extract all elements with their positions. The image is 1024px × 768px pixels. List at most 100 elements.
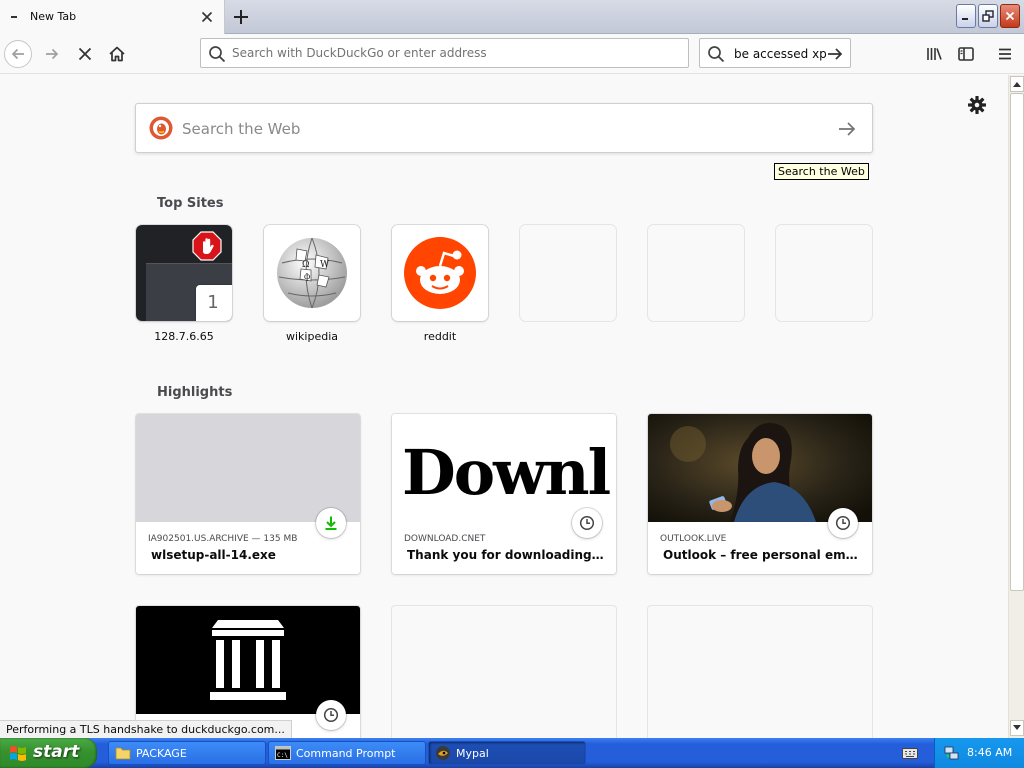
address-input[interactable] — [232, 44, 672, 62]
search-go-arrow-icon[interactable] — [826, 45, 844, 63]
top-sites-heading: Top Sites — [157, 196, 224, 211]
top-site-tile[interactable]: 1 — [136, 225, 232, 321]
search-bar-text: be accessed xp — [734, 47, 827, 61]
highlights-heading: Highlights — [157, 385, 233, 400]
highlight-card-download-cnet[interactable]: Downl DOWNLOAD.CNET Thank you for downlo… — [392, 414, 616, 574]
menu-button[interactable] — [991, 40, 1019, 68]
empty-tile — [648, 225, 744, 321]
duckduckgo-logo-icon — [149, 116, 173, 140]
minimize-icon — [962, 18, 968, 20]
highlight-title: Outlook – free personal email an... — [663, 548, 863, 562]
highlight-image-text: Downl — [402, 436, 611, 509]
new-tab-page: Search the Web Top Sites 1 128.7.6.65 — [0, 75, 1008, 738]
library-icon — [927, 48, 942, 60]
close-window-icon — [1005, 11, 1015, 21]
empty-tile — [776, 225, 872, 321]
start-label: start — [33, 742, 80, 762]
keyboard-icon[interactable] — [902, 746, 918, 760]
history-badge — [828, 508, 858, 538]
new-tab-plus-icon[interactable] — [230, 6, 252, 28]
web-search-box[interactable] — [135, 103, 873, 153]
scroll-down-button[interactable] — [1010, 720, 1024, 736]
svg-text:ф: ф — [304, 272, 310, 281]
system-tray: 8:46 AM — [934, 738, 1024, 768]
top-site-tile[interactable]: Ω W ф — [264, 225, 360, 321]
highlight-card-outlook[interactable]: OUTLOOK.LIVE Outlook – free personal ema… — [648, 414, 872, 574]
wikipedia-globe-icon: Ω W ф — [277, 237, 347, 309]
windows-taskbar: start PACKAGE C:\ Command Prompt Mypal 8… — [0, 738, 1024, 768]
clock: 8:46 AM — [967, 746, 1013, 759]
vertical-scrollbar[interactable] — [1008, 75, 1024, 738]
clock-icon — [323, 707, 339, 723]
top-site-empty-slot — [776, 225, 872, 321]
taskbar-item-package[interactable]: PACKAGE — [108, 741, 266, 765]
hamburger-menu-icon — [999, 48, 1011, 60]
top-site-tile[interactable] — [392, 225, 488, 321]
web-search-input[interactable] — [182, 119, 822, 139]
highlight-image: Downl — [392, 414, 616, 522]
taskbar-item-label: PACKAGE — [136, 746, 187, 760]
close-window-button[interactable] — [1000, 4, 1020, 28]
close-tab-icon[interactable] — [199, 9, 215, 25]
highlight-image — [136, 414, 360, 522]
taskbar-item-mypal[interactable]: Mypal — [428, 741, 586, 765]
highlight-context: DOWNLOAD.CNET — [404, 534, 486, 544]
svg-text:Ω: Ω — [302, 260, 309, 270]
highlight-empty-slot — [648, 606, 872, 738]
tab-title: New Tab — [30, 10, 77, 23]
clock-icon — [835, 515, 851, 531]
scroll-up-arrow-icon — [1013, 82, 1021, 87]
restore-icon — [982, 10, 994, 22]
taskbar-item-label: Command Prompt — [296, 746, 396, 760]
sidebar-toggle-button[interactable] — [952, 40, 980, 68]
tab-new-tab[interactable]: New Tab — [0, 0, 225, 34]
search-submit-arrow-icon[interactable] — [836, 118, 858, 140]
address-bar[interactable] — [200, 38, 689, 68]
top-site-128-7-6-65[interactable]: 1 128.7.6.65 — [136, 225, 232, 343]
search-icon — [209, 46, 226, 63]
history-badge — [316, 700, 346, 730]
restore-button[interactable] — [978, 4, 998, 28]
back-button[interactable] — [4, 40, 32, 68]
taskbar-item-command-prompt[interactable]: C:\ Command Prompt — [268, 741, 426, 765]
scroll-up-button[interactable] — [1010, 76, 1024, 92]
woman-with-phone-photo — [648, 414, 872, 522]
highlight-title: Thank you for downloading Win... — [407, 548, 607, 562]
top-site-reddit[interactable]: reddit — [392, 225, 488, 343]
minimize-button[interactable] — [956, 4, 976, 28]
network-icon[interactable] — [944, 745, 960, 761]
library-button[interactable] — [920, 40, 948, 68]
highlight-context: IA902501.US.ARCHIVE — 135 MB — [148, 534, 298, 544]
highlight-empty-slot — [392, 606, 616, 738]
mypal-browser-icon — [436, 746, 450, 760]
highlight-context: OUTLOOK.LIVE — [660, 534, 727, 544]
top-site-label: 128.7.6.65 — [154, 330, 214, 343]
start-button[interactable]: start — [0, 738, 97, 768]
back-arrow-icon — [11, 48, 24, 60]
svg-text:W: W — [320, 260, 330, 270]
folder-icon — [115, 747, 131, 760]
scrollbar-thumb[interactable] — [1010, 93, 1024, 591]
loading-indicator-icon — [11, 16, 17, 18]
highlight-card-archive[interactable] — [136, 606, 360, 738]
taskbar-item-label: Mypal — [456, 746, 489, 760]
internet-archive-logo — [136, 606, 360, 714]
top-site-empty-slot — [648, 225, 744, 321]
top-site-wikipedia[interactable]: Ω W ф wikipedia — [264, 225, 360, 343]
pinned-site-number: 1 — [196, 285, 232, 321]
svg-text:C:\: C:\ — [277, 752, 288, 759]
gear-icon[interactable] — [966, 94, 988, 116]
sidebar-icon — [958, 47, 974, 61]
windows-logo-icon — [10, 746, 26, 761]
search-tooltip: Search the Web — [774, 163, 869, 180]
clock-icon — [579, 515, 595, 531]
navigation-toolbar: be accessed xp — [0, 34, 1024, 74]
home-button[interactable] — [103, 40, 131, 68]
tab-strip: New Tab — [0, 0, 1024, 34]
search-bar[interactable]: be accessed xp — [699, 38, 851, 68]
forward-button[interactable] — [38, 40, 66, 68]
empty-tile — [520, 225, 616, 321]
command-prompt-icon: C:\ — [275, 746, 291, 760]
stop-button[interactable] — [71, 40, 99, 68]
highlight-card-wlsetup[interactable]: IA902501.US.ARCHIVE — 135 MB wlsetup-all… — [136, 414, 360, 574]
